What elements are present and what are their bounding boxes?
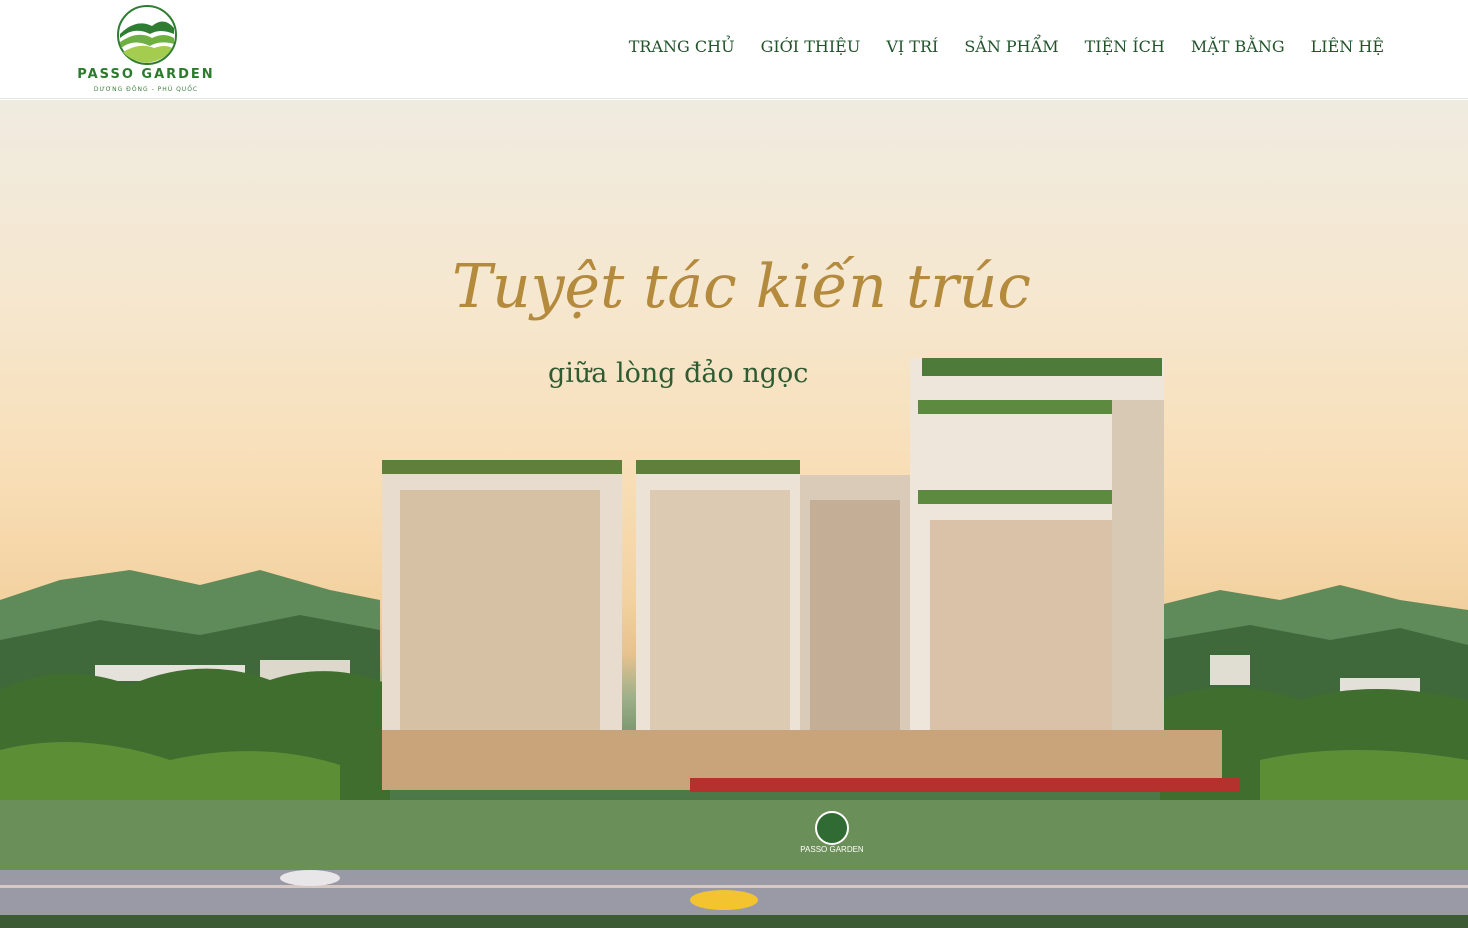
entrance-sign — [815, 811, 849, 845]
main-nav: TRANG CHỦ GIỚI THIỆU VỊ TRÍ SẢN PHẨM TIỆ… — [629, 36, 1384, 58]
nav-item-lien-he[interactable]: LIÊN HỆ — [1311, 36, 1384, 58]
entrance-sign-text: PASSO GARDEN — [800, 845, 864, 854]
nav-item-mat-bang[interactable]: MẶT BẰNG — [1191, 36, 1285, 58]
logo-name: PASSO GARDEN — [77, 67, 215, 82]
hero-subheadline: giữa lòng đảo ngọc — [548, 358, 809, 389]
hero-illustration: PASSO GARDEN — [0, 358, 1468, 928]
site-logo[interactable]: PASSO GARDEN DƯƠNG ĐÔNG - PHÚ QUỐC — [70, 0, 230, 99]
building-center — [636, 460, 910, 760]
plaza — [0, 800, 1468, 870]
building-left — [382, 460, 622, 750]
hero-banner: PASSO GARDEN Tuyệt tác kiến trúc giữa lò… — [0, 100, 1468, 928]
nav-item-gioi-thieu[interactable]: GIỚI THIỆU — [761, 36, 861, 58]
nav-item-san-pham[interactable]: SẢN PHẨM — [964, 36, 1058, 58]
nav-item-trang-chu[interactable]: TRANG CHỦ — [629, 36, 735, 58]
nav-item-tien-ich[interactable]: TIỆN ÍCH — [1085, 36, 1165, 58]
nav-item-vi-tri[interactable]: VỊ TRÍ — [886, 36, 938, 58]
site-header: PASSO GARDEN DƯƠNG ĐÔNG - PHÚ QUỐC TRANG… — [0, 0, 1468, 99]
logo-subtitle: DƯƠNG ĐÔNG - PHÚ QUỐC — [93, 86, 199, 93]
hero-headline: Tuyệt tác kiến trúc — [452, 252, 1032, 322]
leaf-hills-logo-icon — [117, 5, 177, 65]
yellow-car — [690, 890, 758, 910]
building-tower — [910, 358, 1164, 758]
